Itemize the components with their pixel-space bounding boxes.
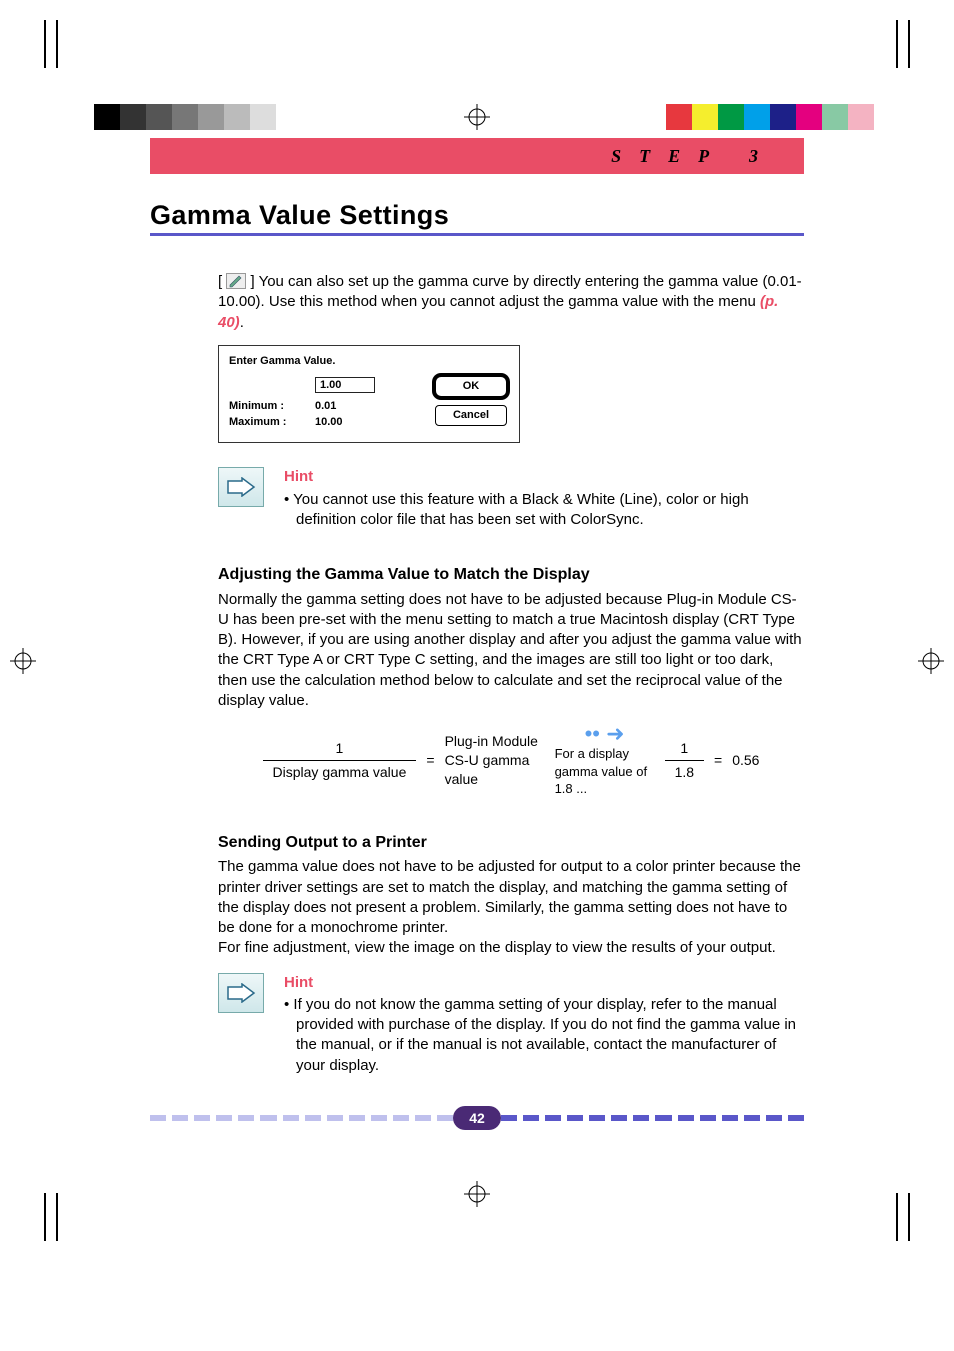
maximum-label: Maximum :: [229, 415, 315, 430]
page-footer: 42: [150, 1113, 804, 1123]
crop-mark: [44, 1181, 104, 1241]
registration-mark-icon: [10, 648, 36, 674]
gamma-formula: 1 Display gamma value = Plug-in Module C…: [218, 723, 804, 798]
minimum-label: Minimum :: [229, 399, 315, 414]
intro-paragraph: [ ] You can also set up the gamma curve …: [218, 272, 804, 333]
printer-body-2: For fine adjustment, view the image on t…: [218, 938, 804, 958]
enter-gamma-dialog: Enter Gamma Value. Minimum : 0.01 Maximu…: [218, 345, 520, 444]
ok-button[interactable]: OK: [435, 376, 507, 397]
hint-heading: Hint: [284, 467, 804, 487]
minimum-value: 0.01: [315, 399, 336, 414]
adjusting-heading: Adjusting the Gamma Value to Match the D…: [218, 564, 804, 586]
color-swatch-bar: [666, 104, 874, 130]
grayscale-swatch-bar: [94, 104, 302, 130]
hint-text: • If you do not know the gamma setting o…: [284, 995, 804, 1076]
crop-mark: [44, 20, 104, 80]
hint-block: Hint • You cannot use this feature with …: [218, 467, 804, 530]
arrow-right-icon: •• ➜: [585, 723, 625, 745]
section-banner: STEP 3: [150, 138, 804, 174]
hint-block: Hint • If you do not know the gamma sett…: [218, 973, 804, 1076]
registration-mark-icon: [464, 1181, 490, 1207]
hint-arrow-icon: [218, 973, 264, 1013]
crop-mark: [850, 1181, 910, 1241]
step-label: STEP 3: [611, 146, 776, 167]
page-title: Gamma Value Settings: [150, 200, 804, 231]
hint-text: • You cannot use this feature with a Bla…: [284, 490, 804, 531]
pencil-tool-icon: [226, 273, 246, 289]
hint-arrow-icon: [218, 467, 264, 507]
crop-mark: [850, 20, 910, 80]
dialog-title: Enter Gamma Value.: [229, 354, 435, 369]
printer-body-1: The gamma value does not have to be adju…: [218, 857, 804, 938]
footer-dashes-right: [501, 1115, 804, 1121]
adjusting-body: Normally the gamma setting does not have…: [218, 590, 804, 712]
registration-mark-icon: [918, 648, 944, 674]
registration-mark-icon: [464, 104, 490, 130]
title-divider: [150, 233, 804, 236]
cancel-button[interactable]: Cancel: [435, 405, 507, 426]
gamma-value-input[interactable]: [315, 377, 375, 393]
maximum-value: 10.00: [315, 415, 343, 430]
footer-dashes-left: [150, 1115, 453, 1121]
printer-heading: Sending Output to a Printer: [218, 832, 804, 854]
page-number: 42: [453, 1106, 501, 1130]
hint-heading: Hint: [284, 973, 804, 993]
